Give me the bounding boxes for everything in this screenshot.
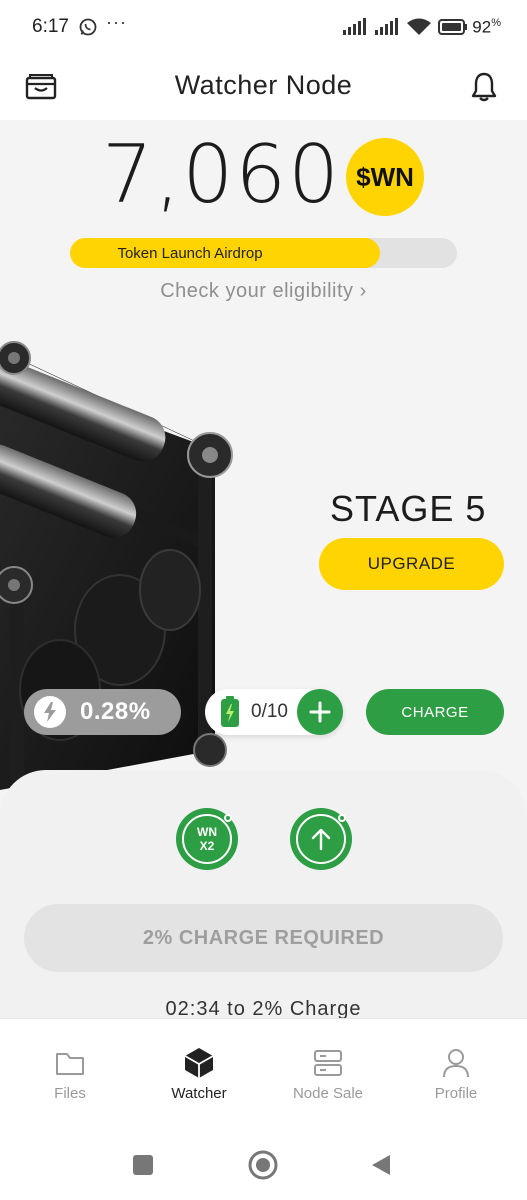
airdrop-progress-bar[interactable]: Token Launch Airdrop [70,238,457,268]
airdrop-label: Token Launch Airdrop [117,245,263,262]
battery-percent: 92 [472,17,492,37]
server-icon [314,1050,342,1076]
app-header: Watcher Node [0,56,527,120]
status-right: 92% [342,17,501,38]
status-time: 6:17 [32,16,69,37]
battery-status: 92% [438,17,501,38]
nav-item-watcher[interactable]: Watcher [144,1047,254,1102]
home-circle-icon [248,1150,278,1180]
nav-item-files[interactable]: Files [15,1047,125,1102]
nav-item-profile[interactable]: Profile [401,1047,511,1102]
charge-percent: 0.28% [80,698,151,725]
home-button[interactable] [248,1150,278,1180]
battery-pill: 0/10 [205,689,343,735]
stage-label: STAGE 5 [330,488,487,529]
more-notifications-icon: ··· [106,12,127,32]
charge-required-button[interactable]: 2% CHARGE REQUIRED [24,904,503,972]
balance-value: 7,060 [102,128,342,221]
upgrade-button[interactable]: UPGRADE [319,538,504,590]
action-sheet: WN X2 2% CHARGE REQUIRED 02:34 to 2% Cha… [0,770,527,1020]
battery-icon [438,19,468,36]
nav-label-files: Files [54,1085,86,1102]
plus-icon [309,701,331,723]
notifications-button[interactable] [467,70,501,104]
bell-icon [471,72,497,102]
bottom-navigation: Files Watcher Node Sale Profile [0,1018,527,1128]
token-badge: $WN [346,138,424,216]
charge-button[interactable]: CHARGE [366,689,504,735]
balance-row: 7,060 $WN [0,128,527,221]
battery-count: 0/10 [251,701,288,722]
add-battery-button[interactable] [297,689,343,735]
lightning-icon [34,696,66,728]
whatsapp-icon [79,18,97,36]
nav-label-watcher: Watcher [171,1085,227,1102]
folder-icon [56,1053,84,1075]
back-button[interactable] [366,1150,396,1180]
back-triangle-icon [372,1155,390,1175]
nav-label-node-sale: Node Sale [292,1085,364,1102]
check-eligibility-link[interactable]: Check your eligibility › [0,280,527,303]
status-bar: 6:17 ··· 92% [0,0,527,56]
arrow-up-icon [311,828,331,851]
charge-level-pill: 0.28% [24,689,181,735]
signal-icon [343,18,367,36]
recent-apps-button[interactable] [128,1150,158,1180]
battery-pack-icon [221,696,239,727]
battery-suffix: % [491,17,501,29]
page-title: Watcher Node [174,70,353,100]
upload-boost-button[interactable] [290,808,352,870]
system-navigation-bar [0,1128,527,1200]
square-icon [133,1155,153,1175]
main-content: 7,060 $WN Token Launch Airdrop Check you… [0,120,527,1020]
user-icon [443,1049,469,1078]
nav-item-node-sale[interactable]: Node Sale [273,1047,383,1102]
wn-x2-boost-button[interactable]: WN X2 [176,808,238,870]
wn-x2-label: WN X2 [197,825,217,853]
nav-label-profile: Profile [434,1085,478,1102]
charge-countdown: 02:34 to 2% Charge [165,998,362,1020]
signal-icon-2 [375,18,399,36]
cube-icon [184,1048,214,1078]
wifi-icon [407,18,432,36]
